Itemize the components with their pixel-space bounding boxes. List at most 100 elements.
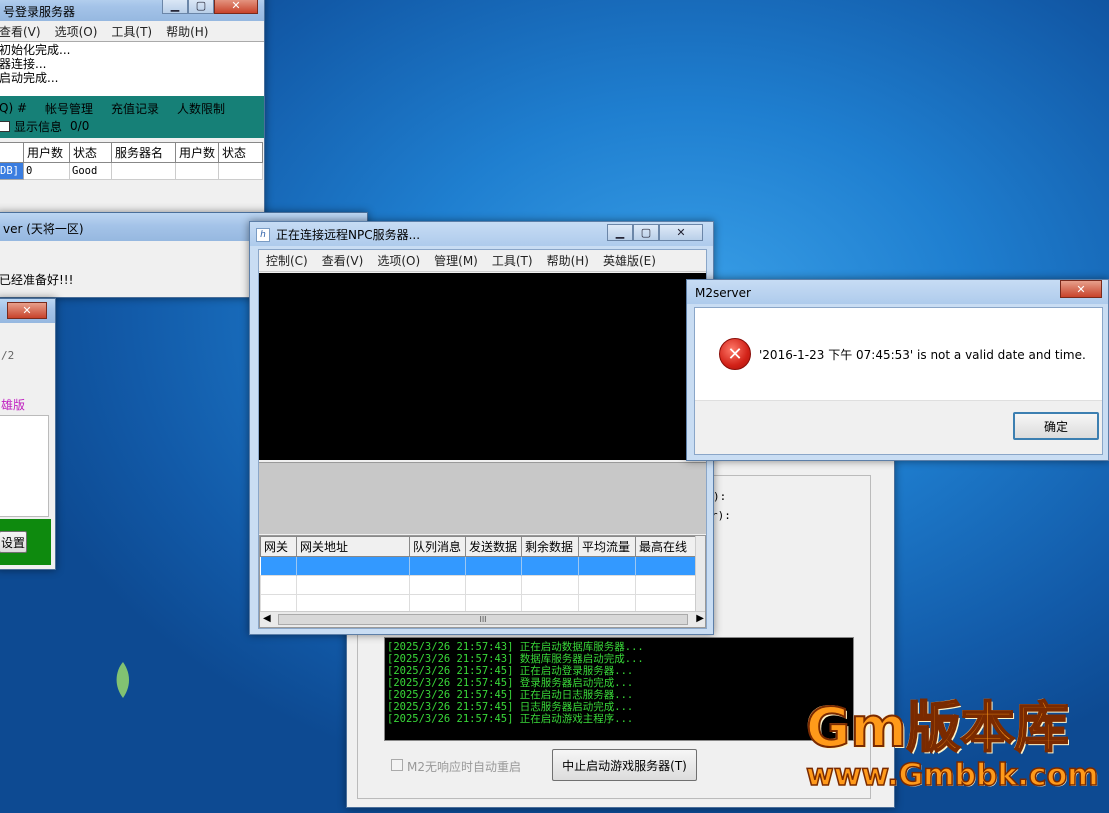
scroll-grip: III [479,615,487,624]
log-line: [2025/3/26 21:57:45] 正在启动登录服务器... [387,665,634,677]
auto-restart-checkbox[interactable] [391,759,403,771]
app-icon: ℎ [256,227,270,242]
close-button[interactable]: ✕ [214,0,258,14]
maximize-button[interactable]: ▢ [633,224,659,241]
startup-log: [2025/3/26 21:57:43] 正在启动数据库服务器... [2025… [384,637,854,741]
close-button[interactable]: ✕ [659,224,703,241]
log-line: [2025/3/26 21:57:45] 正在启动日志服务器... [387,689,634,701]
stop-start-button-label: 中止启动游戏服务器(T) [562,758,687,773]
menu-view[interactable]: 查看(V) [315,252,371,269]
left-small-window: ✕ /2 雄版 设置 [0,298,56,570]
settings-button[interactable]: 设置 [0,531,27,553]
col-header [0,142,24,163]
menu-tools[interactable]: 工具(T) [104,23,159,40]
show-info-checkbox[interactable] [0,120,10,132]
maximize-button[interactable]: ▢ [188,0,214,14]
login-server-window: 号登录服务器 ▁ ▢ ✕ 查看(V) 选项(O) 工具(T) 帮助(H) 初始化… [0,0,265,224]
close-button[interactable]: ✕ [7,302,47,319]
tab-limit[interactable]: 人数限制 [177,100,225,117]
col-header[interactable]: 网关 [260,536,297,557]
col-header[interactable]: 剩余数据 [521,536,579,557]
minimize-button[interactable]: ▁ [162,0,188,14]
table-cell: Good [69,162,112,180]
menu-options[interactable]: 选项(O) [48,23,105,40]
menu-help[interactable]: 帮助(H) [159,23,215,40]
log-area: 初始化完成... 器连接... 启动完成... [0,41,264,96]
menu-manage[interactable]: 管理(M) [427,252,485,269]
table-cell: DB] [0,162,24,180]
tab-recharge[interactable]: 充值记录 [111,100,159,117]
col-header[interactable]: 网关地址 [296,536,410,557]
show-info-count: 0/0 [70,119,90,133]
small-text: /2 [1,349,15,362]
log-line: [2025/3/26 21:57:45] 日志服务器启动完成... [387,701,634,713]
col-header: 状态 [69,142,112,163]
log-line: [2025/3/26 21:57:43] 正在启动数据库服务器... [387,641,644,653]
table-row[interactable] [260,556,696,576]
title-bar[interactable]: 号登录服务器 ▁ ▢ ✕ [0,0,264,21]
scroll-thumb[interactable]: III [278,614,688,625]
error-dialog: M2server ✕ ✕ '2016-1-23 下午 07:45:53' is … [686,279,1109,461]
log-line: 初始化完成... [0,43,71,57]
log-line: [2025/3/26 21:57:45] 登录服务器启动完成... [387,677,634,689]
menu-control[interactable]: 控制(C) [259,252,315,269]
gray-panel [259,462,706,534]
menu-help[interactable]: 帮助(H) [540,252,596,269]
col-header: 状态 [218,142,263,163]
watermark-title: Gm版本库 [805,696,1070,759]
scroll-left-icon[interactable]: ◀ [263,613,271,624]
col-header[interactable]: 平均流量 [578,536,636,557]
ok-button[interactable]: 确定 [1013,412,1099,440]
title-bar[interactable]: M2server ✕ [687,280,1108,304]
wallpaper-plant [108,660,138,700]
table-cell [174,162,220,180]
table-cell [111,162,176,180]
close-button[interactable]: ✕ [1060,280,1102,298]
settings-button-label: 设置 [0,535,25,550]
col-header: 用户数 [174,142,220,163]
teal-tabs: Q) # 帐号管理 充值记录 人数限制 显示信息 0/0 [0,96,264,138]
vertical-scrollbar[interactable] [695,536,705,612]
dialog-title: M2server [695,286,751,300]
window-title: ver (天将一区) [3,221,84,236]
menu-bar: 控制(C) 查看(V) 选项(O) 管理(M) 工具(T) 帮助(H) 英雄版(… [259,250,706,272]
npc-window: ℎ 正在连接远程NPC服务器... ▁ ▢ ✕ 控制(C) 查看(V) 选项(O… [249,221,714,635]
table-row[interactable] [260,575,696,595]
col-header[interactable]: 最高在线 [635,536,696,557]
window-title: 号登录服务器 [3,4,76,19]
col-header[interactable]: 发送数据 [465,536,522,557]
menu-tools[interactable]: 工具(T) [485,252,540,269]
title-bar[interactable]: ✕ [0,299,55,323]
table-cell: 0 [23,162,70,180]
col-header[interactable]: 队列消息 [409,536,466,557]
tab-hash[interactable]: Q) # [0,101,27,115]
title-bar[interactable]: ℎ 正在连接远程NPC服务器... ▁ ▢ ✕ [250,222,713,246]
table-header-row: 用户数 状态 服务器名 用户数 状态 [0,142,263,163]
col-header: 服务器名 [111,142,176,163]
stop-start-button[interactable]: 中止启动游戏服务器(T) [552,749,697,781]
status-message: 已经准备好!!! [0,273,74,287]
table-cell [218,162,263,180]
tab-account[interactable]: 帐号管理 [45,100,93,117]
gateway-grid: 网关 网关地址 队列消息 发送数据 剩余数据 平均流量 最高在线 ◀ III ▶ [259,535,706,628]
leaf-icon [116,662,130,698]
menu-bar: 查看(V) 选项(O) 工具(T) 帮助(H) [0,21,264,41]
watermark: Gm版本库 www.Gmbbk.com [805,696,1106,808]
menu-view[interactable]: 查看(V) [0,23,48,40]
error-message: '2016-1-23 下午 07:45:53' is not a valid d… [759,348,1086,362]
scroll-right-icon[interactable]: ▶ [696,613,704,624]
server-table: 用户数 状态 服务器名 用户数 状态 DB] 0 Good [0,138,264,218]
menu-hero[interactable]: 英雄版(E) [596,252,663,269]
table-row[interactable]: DB] 0 Good [0,162,263,180]
minimize-button[interactable]: ▁ [607,224,633,241]
white-panel [0,415,49,517]
menu-options[interactable]: 选项(O) [370,252,427,269]
log-line: [2025/3/26 21:57:45] 正在启动游戏主程序... [387,713,634,725]
col-header: 用户数 [23,142,70,163]
horizontal-scrollbar[interactable]: ◀ III ▶ [260,611,705,627]
watermark-url: www.Gmbbk.com [805,757,1099,794]
log-line: 启动完成... [0,71,59,85]
small-text-magenta: 雄版 [1,398,26,412]
console-area [259,273,706,460]
side-text: ): [713,490,727,503]
